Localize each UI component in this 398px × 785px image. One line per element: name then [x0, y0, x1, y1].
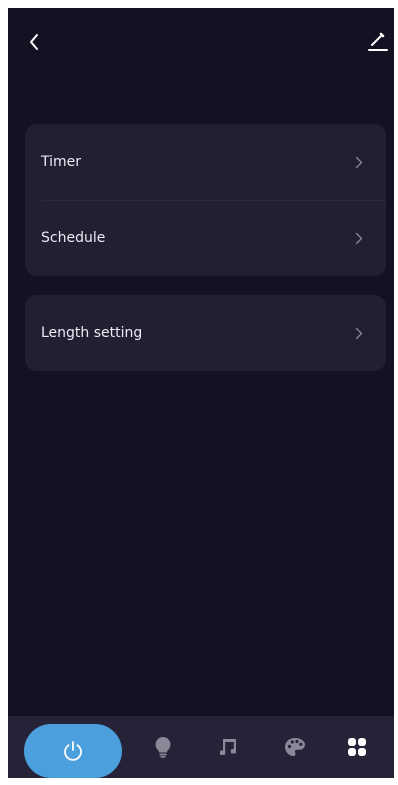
palette-icon [285, 738, 305, 756]
edit-button[interactable] [364, 26, 392, 56]
bottom-nav [8, 716, 394, 778]
lightbulb-icon [155, 737, 171, 758]
power-icon [64, 741, 82, 761]
chevron-left-icon [30, 34, 38, 50]
nav-light[interactable] [148, 716, 178, 778]
power-button[interactable] [24, 724, 122, 778]
schedule-row[interactable]: Schedule [25, 200, 386, 276]
top-bar [8, 8, 394, 78]
length-setting-label: Length setting [41, 325, 143, 341]
nav-music[interactable] [214, 716, 244, 778]
chevron-right-icon [354, 155, 364, 169]
app-screen: Timer Schedule Length setting [8, 8, 394, 778]
settings-card-timing: Timer Schedule [25, 124, 386, 276]
length-setting-row[interactable]: Length setting [25, 295, 386, 371]
timer-row[interactable]: Timer [25, 124, 386, 200]
nav-palette[interactable] [280, 716, 310, 778]
nav-more[interactable] [342, 716, 372, 778]
schedule-label: Schedule [41, 230, 106, 246]
settings-card-length: Length setting [25, 295, 386, 371]
grid-icon [348, 738, 366, 756]
timer-label: Timer [41, 154, 82, 170]
music-note-icon [220, 739, 236, 755]
chevron-right-icon [354, 326, 364, 340]
pencil-icon [368, 32, 388, 51]
chevron-right-icon [354, 231, 364, 245]
back-button[interactable] [22, 28, 46, 56]
